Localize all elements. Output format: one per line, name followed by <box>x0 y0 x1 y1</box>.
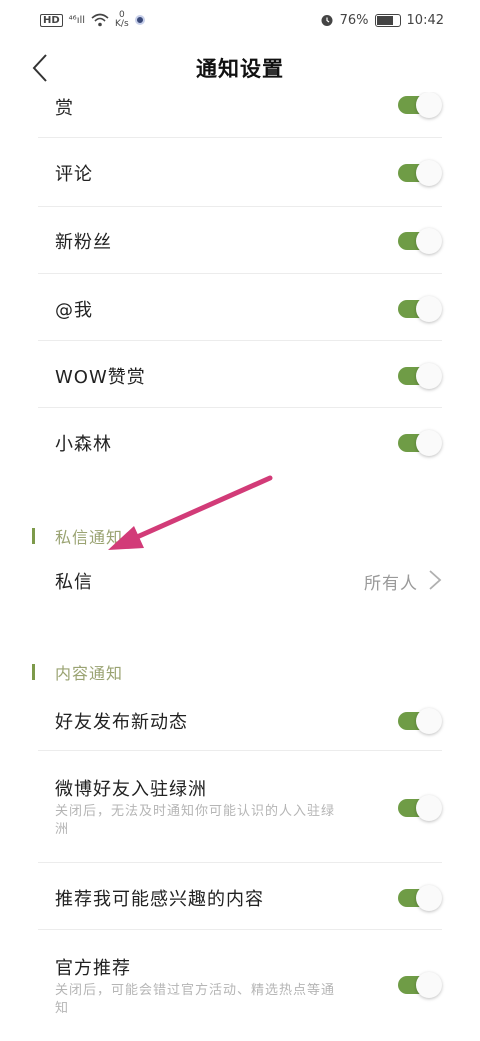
battery-percent: 76% <box>339 12 369 28</box>
toggle-switch[interactable] <box>398 160 442 186</box>
section-accent-bar <box>32 664 35 680</box>
setting-description: 关闭后，可能会错过官方活动、精选热点等通知 <box>55 983 336 1016</box>
toggle-knob <box>416 92 442 118</box>
toggle-switch[interactable] <box>398 296 442 322</box>
section-accent-bar <box>32 528 35 544</box>
setting-label: 赏 <box>55 98 74 119</box>
setting-label: 小森林 <box>55 434 112 455</box>
setting-label: WOW赞赏 <box>55 367 146 388</box>
status-bar: HD ⁴⁶ıll 0 K/s 76% 10:42 <box>0 0 480 40</box>
setting-row-recommend-interest: 推荐我可能感兴趣的内容 <box>0 863 480 929</box>
toggle-knob <box>416 708 442 734</box>
alarm-icon <box>321 15 333 26</box>
app-notification-icon <box>134 15 145 25</box>
toggle-switch[interactable] <box>398 430 442 456</box>
setting-value: 所有人 <box>364 574 418 594</box>
speed-unit: K/s <box>115 19 129 29</box>
signal-icon: ⁴⁶ıll <box>68 14 86 26</box>
toggle-switch[interactable] <box>398 92 442 118</box>
setting-row-new-fans: 新粉丝 <box>0 207 480 273</box>
setting-row-reward: 赏 <box>0 88 480 124</box>
setting-label: 新粉丝 <box>55 232 112 253</box>
setting-label: 私信 <box>55 572 93 593</box>
toggle-switch[interactable] <box>398 972 442 998</box>
setting-label: @我 <box>55 300 93 321</box>
section-content-notification: 内容通知 <box>0 658 480 688</box>
toggle-knob <box>416 363 442 389</box>
setting-row-weibo-friends: 微博好友入驻绿洲 关闭后，无法及时通知你可能认识的人入驻绿洲 <box>0 751 480 851</box>
chevron-left-icon <box>32 54 47 82</box>
section-private-message: 私信通知 <box>0 522 480 552</box>
setting-row-mention: @我 <box>0 274 480 340</box>
setting-label: 好友发布新动态 <box>55 712 188 733</box>
nav-header: 通知设置 <box>0 44 480 92</box>
network-speed: 0 K/s <box>115 11 129 29</box>
toggle-knob <box>416 972 442 998</box>
toggle-switch[interactable] <box>398 363 442 389</box>
toggle-knob <box>416 228 442 254</box>
setting-description: 关闭后，无法及时通知你可能认识的人入驻绿洲 <box>55 804 336 837</box>
toggle-knob <box>416 885 442 911</box>
status-left: HD ⁴⁶ıll 0 K/s <box>40 11 145 29</box>
setting-label: 微博好友入驻绿洲 <box>55 779 207 800</box>
wifi-icon <box>91 13 109 27</box>
toggle-knob <box>416 795 442 821</box>
section-title: 内容通知 <box>55 664 124 683</box>
toggle-switch[interactable] <box>398 885 442 911</box>
toggle-switch[interactable] <box>398 795 442 821</box>
setting-row-comment: 评论 <box>0 138 480 206</box>
section-title: 私信通知 <box>55 528 124 547</box>
setting-row-forest: 小森林 <box>0 408 480 474</box>
setting-row-friend-posts: 好友发布新动态 <box>0 696 480 748</box>
chevron-right-icon <box>429 570 442 590</box>
back-button[interactable] <box>20 48 60 88</box>
setting-label: 评论 <box>55 164 93 185</box>
battery-fill <box>376 15 393 25</box>
hd-indicator: HD <box>40 13 63 27</box>
toggle-switch[interactable] <box>398 228 442 254</box>
toggle-knob <box>416 296 442 322</box>
clock: 10:42 <box>406 12 444 28</box>
setting-label: 官方推荐 <box>55 958 131 979</box>
status-right: 76% 10:42 <box>320 13 444 28</box>
setting-row-private-message[interactable]: 私信 所有人 <box>0 558 480 602</box>
toggle-knob <box>416 430 442 456</box>
toggle-knob <box>416 160 442 186</box>
page-title: 通知设置 <box>196 57 284 81</box>
setting-label: 推荐我可能感兴趣的内容 <box>55 889 264 910</box>
battery-icon <box>374 13 401 27</box>
toggle-switch[interactable] <box>398 708 442 734</box>
setting-row-official-recommend: 官方推荐 关闭后，可能会错过官方活动、精选热点等通知 <box>0 930 480 1040</box>
setting-row-wow-reward: WOW赞赏 <box>0 341 480 407</box>
